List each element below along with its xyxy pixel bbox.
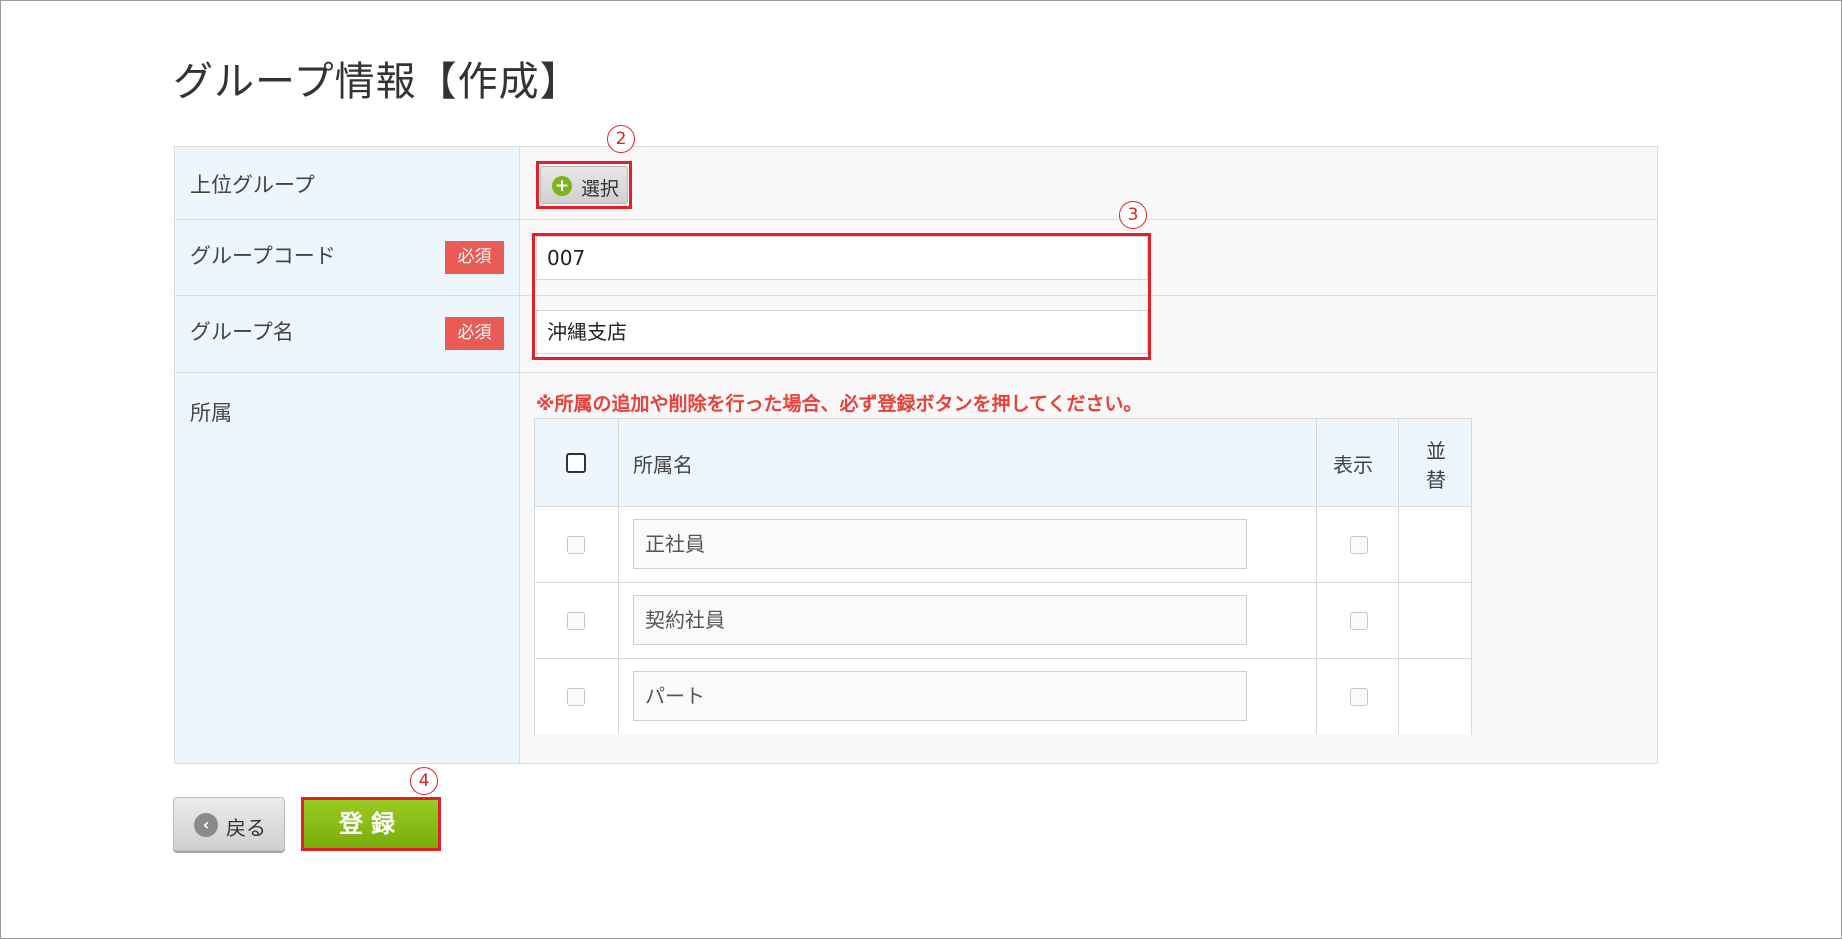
parent-group-label: 上位グループ — [190, 173, 315, 197]
chevron-left-icon: ‹ — [194, 813, 218, 837]
annotation-marker-4: 4 — [410, 767, 438, 795]
highlight-box-3 — [532, 233, 1151, 360]
register-button[interactable]: 登録 — [301, 797, 441, 851]
table-row: 正社員 — [535, 507, 1471, 583]
page-title: グループ情報【作成】 — [173, 59, 581, 105]
row-display-checkbox[interactable] — [1350, 536, 1368, 554]
row-display-checkbox[interactable] — [1350, 688, 1368, 706]
column-header-sort-1: 並 — [1426, 439, 1446, 463]
required-badge: 必須 — [445, 241, 504, 274]
affiliation-table: 所属名 表示 並 替 正社員 契約社員 パート — [534, 418, 1472, 735]
window-frame: グループ情報【作成】 上位グループ + 選択 グループコード 必須 007 グル… — [0, 0, 1842, 939]
column-header-sort-2: 替 — [1426, 468, 1446, 492]
back-button[interactable]: ‹ 戻る — [173, 797, 285, 851]
row-select-checkbox[interactable] — [567, 612, 585, 630]
group-code-label: グループコード — [190, 244, 336, 268]
affiliation-row: 所属 ※所属の追加や削除を行った場合、必ず登録ボタンを押してください。 所属名 … — [175, 373, 1657, 763]
table-row: パート — [535, 659, 1471, 735]
affiliation-name-input[interactable]: 契約社員 — [633, 595, 1247, 645]
column-header-name: 所属名 — [633, 453, 693, 477]
affiliation-notice: ※所属の追加や削除を行った場合、必ず登録ボタンを押してください。 — [536, 393, 1143, 415]
table-row: 契約社員 — [535, 583, 1471, 659]
group-form: 上位グループ + 選択 グループコード 必須 007 グループ名 必須 沖縄支店… — [174, 146, 1658, 764]
select-all-checkbox[interactable] — [566, 453, 586, 473]
affiliation-label: 所属 — [190, 401, 232, 425]
row-select-checkbox[interactable] — [567, 688, 585, 706]
required-badge: 必須 — [445, 317, 504, 350]
table-header: 所属名 表示 並 替 — [535, 419, 1471, 507]
affiliation-name-input[interactable]: 正社員 — [633, 519, 1247, 569]
column-header-display: 表示 — [1333, 453, 1373, 477]
annotation-marker-2: 2 — [607, 125, 635, 153]
row-select-checkbox[interactable] — [567, 536, 585, 554]
annotation-marker-3: 3 — [1119, 201, 1147, 229]
group-name-label: グループ名 — [190, 320, 294, 344]
row-display-checkbox[interactable] — [1350, 612, 1368, 630]
highlight-box-2 — [536, 161, 632, 209]
parent-group-row: 上位グループ + 選択 — [175, 147, 1657, 220]
affiliation-name-input[interactable]: パート — [633, 671, 1247, 721]
